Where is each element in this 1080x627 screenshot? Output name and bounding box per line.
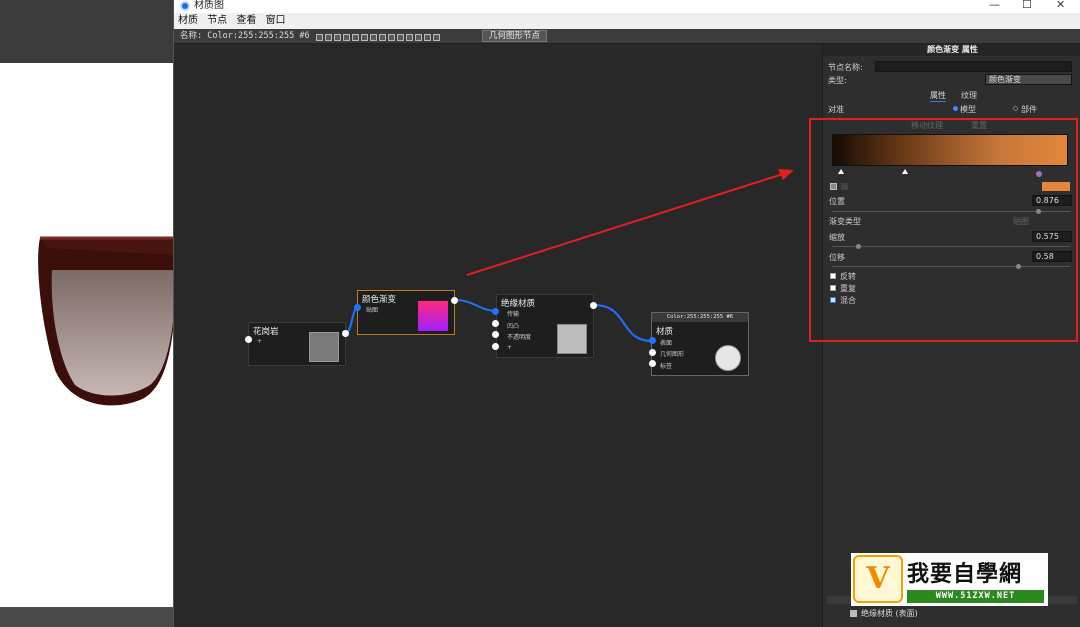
insulation-port-opacity: 不透明度 [507,334,532,341]
material-input-geometry[interactable] [649,349,656,356]
copy-icon[interactable] [334,34,341,41]
align-model-radio[interactable] [953,106,958,111]
close-button[interactable]: ✕ [1056,0,1065,10]
lock-icon[interactable] [361,34,368,41]
material-port-label: 标签 [660,363,673,370]
align-part-label: 部件 [1021,105,1037,114]
toolbar-icons [316,32,442,41]
glasses-render [38,236,175,406]
node-canvas[interactable]: 花岗岩 + 颜色渐变 贴图 绝缘材质 传输 凹凸 不透明度 + Color:25… [174,44,821,627]
menu-window[interactable]: 窗口 [266,13,286,29]
insulation-port-bump: 凹凸 [507,323,520,330]
frame-icon[interactable] [415,34,422,41]
align-model-label: 模型 [960,105,976,114]
align-label: 对准 [828,105,844,114]
material-sphere-preview [715,345,741,371]
watermark: V 我要自學網 WWW.51ZXW.NET [851,553,1048,606]
menu-node[interactable]: 节点 [207,13,227,29]
footer-material-icon [850,610,857,617]
insulation-input-transmit[interactable] [492,308,499,315]
tab-texture[interactable]: 纹理 [961,90,977,101]
insulation-port-transmit: 传输 [507,311,520,318]
node-granite[interactable]: 花岗岩 + [248,322,346,366]
geometry-node-button[interactable]: 几何图形节点 [482,30,548,42]
app-icon [180,1,190,11]
type-label: 类型: [828,76,847,85]
gradient-input-port[interactable] [354,304,361,311]
name-display: 名称: Color:255:255:255 #6 [180,29,310,44]
insulation-sphere-preview [557,324,587,354]
insulation-port-plus: + [507,344,513,351]
granite-output-port[interactable] [342,330,349,337]
tree-icon[interactable] [406,34,413,41]
stack-icon[interactable] [370,34,377,41]
menu-view[interactable]: 查看 [236,13,256,29]
watermark-url: WWW.51ZXW.NET [907,590,1044,603]
highlight-box [809,118,1078,342]
viewport-top-bar [0,0,175,63]
minimize-button[interactable]: — [989,0,1000,10]
align-icon[interactable] [397,34,404,41]
granite-texture-preview [309,332,339,362]
panel-header: 颜色渐变 属性 [823,44,1080,56]
material-port-geometry: 几何图形 [660,351,685,358]
plus-icon[interactable] [433,34,440,41]
material-input-surface[interactable] [649,337,656,344]
node-color-gradient[interactable]: 颜色渐变 贴图 [357,290,455,335]
granite-input-port[interactable] [245,336,252,343]
tab-properties[interactable]: 属性 [930,90,946,102]
toolbar: 名称: Color:255:255:255 #6 几何图形节点 [174,29,1080,44]
maximize-button[interactable]: ☐ [1022,0,1032,10]
watermark-brand: 我要自學網 [907,562,1023,587]
annotation-arrow [466,169,794,276]
insulation-input-bump[interactable] [492,320,499,327]
watermark-logo: V [853,555,903,603]
node-insulation-material[interactable]: 绝缘材质 传输 凹凸 不透明度 + [496,294,594,358]
grid-icon[interactable] [379,34,386,41]
save-icon[interactable] [316,34,323,41]
gradient-preview [418,301,448,331]
layout-icon[interactable] [352,34,359,41]
circle-icon[interactable] [325,34,332,41]
node-name-field[interactable] [875,61,1072,72]
insulation-input-plus[interactable] [492,343,499,350]
display-icon[interactable] [424,34,431,41]
node-granite-title: 花岗岩 [253,327,279,337]
footer-material-label: 绝缘材质 (表面) [861,609,918,618]
node-name-label: 节点名称: [828,63,863,72]
align-part-radio[interactable] [1013,106,1018,111]
title-bar: 材质图 — ☐ ✕ [174,0,1080,13]
name-value: Color:255:255:255 #6 [207,31,310,41]
material-port-surface: 表面 [660,340,673,347]
menu-bar: 材质 节点 查看 窗口 [174,13,1080,29]
node-material[interactable]: Color:255:255:255 #6 材质 表面 几何图形 标签 [651,312,749,376]
node-gradient-port-label: 贴图 [366,307,379,314]
gradient-output-port[interactable] [451,297,458,304]
insulation-input-opacity[interactable] [492,331,499,338]
window-title: 材质图 [194,0,224,11]
node-gradient-title: 颜色渐变 [362,295,397,305]
nodes-icon[interactable] [388,34,395,41]
node-insulation-title: 绝缘材质 [501,299,536,309]
insulation-output-port[interactable] [590,302,597,309]
menu-material[interactable]: 材质 [178,13,198,29]
node-material-header: Color:255:255:255 #6 [652,313,748,322]
node-material-title: 材质 [656,327,674,337]
type-value: 颜色渐变 [985,74,1072,85]
render-viewport [0,0,175,627]
viewport-bottom-bar [0,607,175,627]
name-label: 名称: [180,31,203,41]
node-granite-port-label: + [257,338,263,345]
material-input-label[interactable] [649,360,656,367]
target-icon[interactable] [343,34,350,41]
